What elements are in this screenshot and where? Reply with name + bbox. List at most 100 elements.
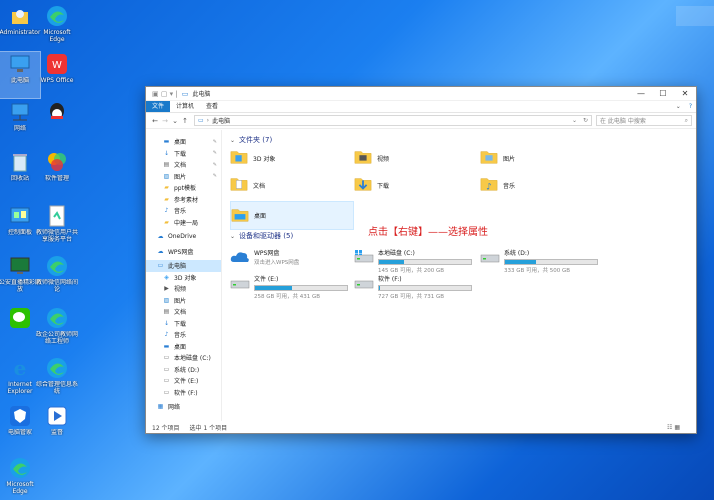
control-panel-icon [8,204,32,228]
view-toggle-icons[interactable]: ☷ ▦ [667,424,680,431]
folder-item-4[interactable]: 下载 [354,173,474,197]
desktop-icon-14[interactable]: e Internet Explorer [0,356,40,402]
nav-item-13[interactable]: ▨ 图片 [146,295,221,307]
nav-item-label: 文档 [174,162,187,170]
nav-item-12[interactable]: ▶ 视频 [146,283,221,295]
nav-item-1[interactable]: ↓ 下载 ✎ [146,148,221,160]
close-button[interactable]: ✕ [674,87,696,101]
desktop-icon-18[interactable]: Microsoft Edge [0,456,40,500]
nav-item-18[interactable]: ▭ 本地磁盘 (C:) [146,352,221,364]
folder-item-1[interactable]: 视频 [354,146,474,170]
cloud-icon: ☁ [157,247,164,255]
drive-item-2[interactable]: 系统 (D:) 333 GB 可用，共 500 GB [480,246,600,274]
refresh-icon[interactable]: ↻ [583,117,588,124]
nav-item-22[interactable]: ▦ 网络 [146,401,221,413]
desktop-icon-12[interactable] [0,306,40,352]
folders-section-header[interactable]: ⌄ 文件夹 (7) [230,134,688,146]
desktop-icon-label: Administrator [0,29,41,36]
cube-folder-icon [230,149,248,167]
nav-item-10[interactable]: ▭ 此电脑 [146,260,221,272]
address-bar[interactable]: ▭ › 此电脑 ⌄ ↻ [194,115,592,126]
up-arrow-icon[interactable]: ↑ [180,117,190,125]
desktop-icon-label: 公安直播精彩回放 [0,279,41,293]
folder-item-5[interactable]: ♪ 音乐 [480,173,600,197]
tab-view[interactable]: 查看 [200,101,224,112]
help-icon[interactable]: ? [685,101,696,112]
nav-item-label: 视频 [174,286,187,294]
desktop-icon-9[interactable]: 教师微信用户共享服务平台 [36,204,78,250]
nav-item-8[interactable]: ☁ OneDrive [146,231,221,243]
nav-item-4[interactable]: ▰ ppt模板 [146,182,221,194]
nav-item-6[interactable]: ♪ 音乐 [146,205,221,217]
forward-arrow-icon[interactable]: → [160,117,170,125]
user-folder-icon [8,4,32,28]
window-title: 此电脑 [192,91,211,98]
software-manager-icon [45,150,69,174]
nav-item-19[interactable]: ▭ 系统 (D:) [146,364,221,376]
address-dropdown-icon[interactable]: ⌄ [572,117,577,124]
back-arrow-icon[interactable]: ← [150,117,160,125]
search-box[interactable]: 在 此电脑 中搜索 ⌕ [596,115,692,126]
tab-computer[interactable]: 计算机 [170,101,200,112]
nav-item-20[interactable]: ▭ 文件 (E:) [146,375,221,387]
desktop-icon-16[interactable]: 电脑管家 [0,404,40,450]
pin-icon: ✎ [212,173,217,180]
edge-icon [45,306,69,330]
folder-item-0[interactable]: 3D 对象 [230,146,350,170]
desktop-icon-7[interactable]: 软件管理 [37,150,77,196]
nav-item-2[interactable]: ▤ 文档 ✎ [146,159,221,171]
navigation-pane: ▬ 桌面 ✎ ↓ 下载 ✎ ▤ 文档 ✎ ▨ 图片 ✎ ▰ ppt模板 ▰ 参考素材 ♪ 音乐 ▰ 中建一局 ☁ OneD… [146,130,222,421]
folder-item-6[interactable]: 桌面 [230,201,354,230]
tab-file[interactable]: 文件 [146,101,171,112]
title-bar[interactable]: ▣ ▢ ▾ | ▭ 此电脑 — ☐ ✕ [146,87,696,101]
maximize-button[interactable]: ☐ [652,87,674,101]
desktop-icon-4[interactable]: 网络 [0,100,40,146]
nav-item-5[interactable]: ▰ 参考素材 [146,194,221,206]
desktop-icon-2[interactable]: 此电脑 [0,51,41,99]
desktop-icon-label: 监督 [50,429,63,436]
minimize-button[interactable]: — [630,87,652,101]
desktop-icon-3[interactable]: W WPS Office [37,52,77,98]
nav-item-21[interactable]: ▭ 软件 (F:) [146,387,221,399]
edge-icon [45,356,69,380]
desktop-icon-17[interactable]: 监督 [37,404,77,450]
desktop-icon-15[interactable]: 综合管理信息系统 [36,356,78,402]
nav-item-11[interactable]: ◈ 3D 对象 [146,272,221,284]
folder-item-2[interactable]: 图片 [480,146,600,170]
nav-item-9[interactable]: ☁ WPS网盘 [146,246,221,258]
nav-item-17[interactable]: ▬ 桌面 [146,341,221,353]
nav-item-16[interactable]: ♪ 音乐 [146,329,221,341]
search-input[interactable]: 在 此电脑 中搜索 [600,116,685,125]
cloud-drive-icon [230,250,250,266]
desktop-icon-label: Microsoft Edge [43,29,71,43]
folder-icon: ▰ [164,218,169,226]
expand-ribbon-icon[interactable]: ⌄ [672,101,685,112]
music-icon: ♪ [164,207,169,215]
nav-item-3[interactable]: ▨ 图片 ✎ [146,171,221,183]
desktop-icon-0[interactable]: Administrator [0,4,40,50]
quick-access-toolbar-icon[interactable]: ▣ ▢ ▾ | [152,90,178,98]
nav-item-14[interactable]: ▤ 文档 [146,306,221,318]
desktop-icon-8[interactable]: 控制面板 [0,204,40,250]
drive-item-1[interactable]: 本地磁盘 (C:) 145 GB 可用，共 200 GB [354,246,474,274]
desktop-icon-1[interactable]: Microsoft Edge [37,4,77,50]
nav-item-label: OneDrive [168,233,197,241]
desktop-icon-10[interactable]: 公安直播精彩回放 [0,254,41,300]
folder-item-3[interactable]: 文档 [230,173,350,197]
recent-dropdown-icon[interactable]: ⌄ [170,117,180,125]
nav-item-label: 本地磁盘 (C:) [174,355,211,363]
desktop-icon-11[interactable]: 教师微信网络间论 [36,254,78,300]
edge-icon [45,254,69,278]
drive-item-0[interactable]: WPS网盘 双击进入WPS网盘 [230,246,350,270]
nav-item-15[interactable]: ↓ 下载 [146,318,221,330]
path-separator-icon: › [206,117,210,124]
picture-icon: ▨ [163,296,170,304]
svg-text:W: W [52,60,62,71]
desktop-icon-13[interactable]: 政企公司教师网络工程师 [36,306,78,352]
desktop-icon-6[interactable]: 回收站 [0,150,40,196]
desktop-icon-5[interactable] [37,100,77,146]
drive-item-4[interactable]: 软件 (F:) 727 GB 可用，共 731 GB [354,272,474,300]
drive-item-3[interactable]: 文件 (E:) 258 GB 可用，共 431 GB [230,272,350,300]
nav-item-7[interactable]: ▰ 中建一局 [146,217,221,229]
nav-item-0[interactable]: ▬ 桌面 ✎ [146,136,221,148]
